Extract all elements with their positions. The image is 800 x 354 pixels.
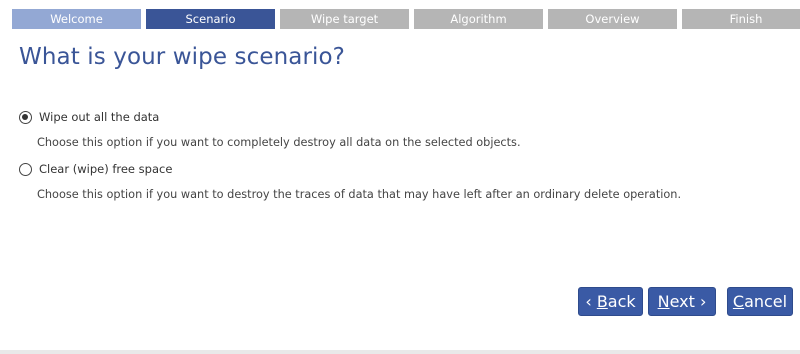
cancel-label-rest: ancel [744,292,788,311]
next-mnemonic: N [657,292,670,311]
page-title: What is your wipe scenario? [19,44,345,70]
next-button[interactable]: Next › [648,287,716,316]
option-clear-free-space-label[interactable]: Clear (wipe) free space [39,162,172,176]
back-label-rest: ack [607,292,636,311]
window-bottom-edge [0,350,800,354]
option-clear-free-space-description: Choose this option if you want to destro… [37,188,682,201]
back-button[interactable]: ‹ Back [578,287,643,316]
cancel-mnemonic: C [732,292,745,311]
step-algorithm: Algorithm [414,9,543,29]
step-wipe-target: Wipe target [280,9,409,29]
step-welcome: Welcome [12,9,141,29]
radio-clear-free-space[interactable] [19,162,32,176]
wipe-wizard: Welcome Scenario Wipe target Algorithm O… [0,0,800,354]
back-mnemonic: B [596,292,608,311]
back-chevron: ‹ [585,292,597,311]
option-wipe-all-label[interactable]: Wipe out all the data [39,110,159,124]
option-wipe-all[interactable]: Wipe out all the data [19,110,159,124]
step-scenario: Scenario [146,9,275,29]
radio-wipe-all[interactable] [19,110,32,124]
step-finish: Finish [682,9,800,29]
step-overview: Overview [548,9,677,29]
cancel-button[interactable]: Cancel [727,287,793,316]
wizard-steps: Welcome Scenario Wipe target Algorithm O… [12,9,800,29]
option-clear-free-space[interactable]: Clear (wipe) free space [19,162,172,176]
next-label-rest: ext › [669,292,707,311]
option-wipe-all-description: Choose this option if you want to comple… [37,136,521,149]
